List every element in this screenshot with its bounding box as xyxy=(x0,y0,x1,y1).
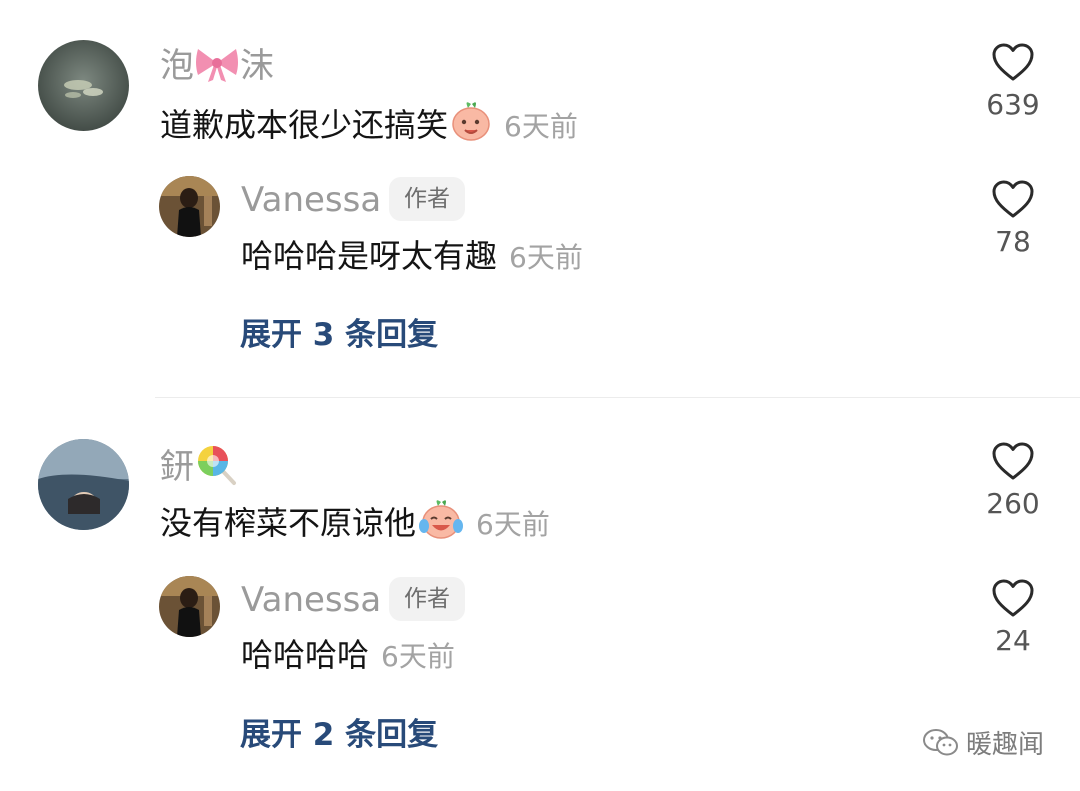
reply-time: 6天前 xyxy=(381,640,455,673)
like-count: 639 xyxy=(986,88,1040,121)
avatar[interactable] xyxy=(38,439,129,530)
expand-replies-link[interactable]: 展开 3 条回复 xyxy=(240,315,438,355)
heart-outline-icon xyxy=(992,579,1034,617)
heart-outline-icon xyxy=(992,442,1034,480)
reply-text: 哈哈哈是呀太有趣 6天前 xyxy=(241,237,583,275)
like-button[interactable]: 78 xyxy=(968,179,1058,259)
comment-username[interactable]: 泡沫 xyxy=(160,43,274,92)
comment-time: 6天前 xyxy=(476,508,550,541)
expand-replies-link[interactable]: 展开 2 条回复 xyxy=(240,715,438,755)
reply-avatar[interactable] xyxy=(159,176,220,237)
like-button[interactable]: 639 xyxy=(968,42,1058,122)
reply-text: 哈哈哈哈 6天前 xyxy=(241,636,455,674)
like-button[interactable]: 260 xyxy=(968,441,1058,521)
comment-text: 道歉成本很少还搞笑 6天前 xyxy=(160,100,578,151)
comment-time: 6天前 xyxy=(504,110,578,143)
reply-username[interactable]: Vanessa xyxy=(241,180,381,220)
divider xyxy=(155,397,1080,398)
like-count: 24 xyxy=(995,624,1031,657)
watermark: 暖趣闻 xyxy=(922,724,1044,761)
author-badge: 作者 xyxy=(389,177,465,221)
watermark-text: 暖趣闻 xyxy=(965,730,1044,760)
wechat-icon xyxy=(922,728,958,755)
lollipop-emoji-icon xyxy=(194,442,238,495)
peach-laugh-emoji-icon xyxy=(450,100,492,151)
heart-outline-icon xyxy=(992,180,1034,218)
avatar[interactable] xyxy=(38,40,129,131)
like-count: 260 xyxy=(986,487,1040,520)
comment-username[interactable]: 鈃 xyxy=(160,442,238,495)
reply-username[interactable]: Vanessa xyxy=(241,580,381,620)
like-button[interactable]: 24 xyxy=(968,578,1058,658)
peach-cry-laugh-emoji-icon xyxy=(418,498,464,549)
like-count: 78 xyxy=(995,225,1031,258)
reply-avatar[interactable] xyxy=(159,576,220,637)
reply-time: 6天前 xyxy=(509,241,583,274)
ribbon-emoji-icon xyxy=(194,43,240,92)
heart-outline-icon xyxy=(992,43,1034,81)
author-badge: 作者 xyxy=(389,577,465,621)
comment-text: 没有榨菜不原谅他 6天前 xyxy=(160,498,550,549)
